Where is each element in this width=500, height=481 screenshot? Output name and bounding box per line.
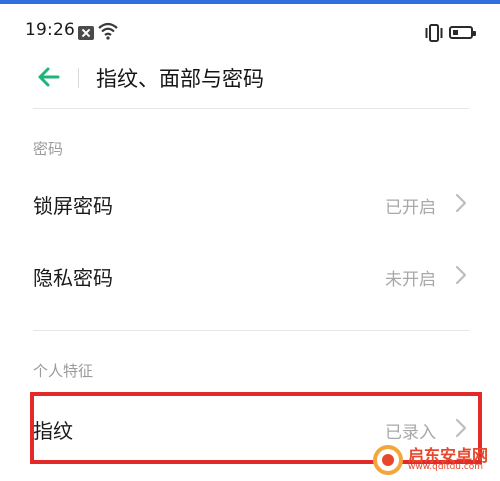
- header-divider: [78, 68, 79, 88]
- back-arrow-icon[interactable]: [36, 64, 62, 90]
- row-status: 已开启: [385, 198, 436, 218]
- notification-x-icon: [78, 26, 94, 40]
- section-separator: [33, 330, 469, 331]
- status-bar: 19:26: [0, 4, 500, 54]
- status-time: 19:26: [25, 20, 75, 40]
- row-label: 隐私密码: [33, 266, 113, 290]
- privacy-password-row[interactable]: 隐私密码 未开启: [0, 240, 500, 310]
- battery-icon: [449, 26, 476, 39]
- section-label-password: 密码: [33, 140, 64, 158]
- watermark-logo-icon: [373, 445, 403, 475]
- header-separator: [33, 108, 469, 109]
- lock-screen-password-row[interactable]: 锁屏密码 已开启: [0, 168, 500, 238]
- watermark-url: www.qdltdu.com: [408, 462, 484, 472]
- row-status: 未开启: [385, 270, 436, 290]
- chevron-right-icon: [455, 193, 467, 213]
- wifi-icon: [98, 22, 118, 40]
- row-label: 锁屏密码: [33, 194, 113, 218]
- vibrate-icon: [425, 24, 443, 42]
- section-label-personal: 个人特征: [33, 362, 94, 380]
- chevron-right-icon: [455, 265, 467, 285]
- page-title: 指纹、面部与密码: [96, 67, 264, 91]
- site-watermark: 启东安卓网 www.qdltdu.com: [370, 440, 498, 480]
- page-header: 指纹、面部与密码: [0, 54, 500, 102]
